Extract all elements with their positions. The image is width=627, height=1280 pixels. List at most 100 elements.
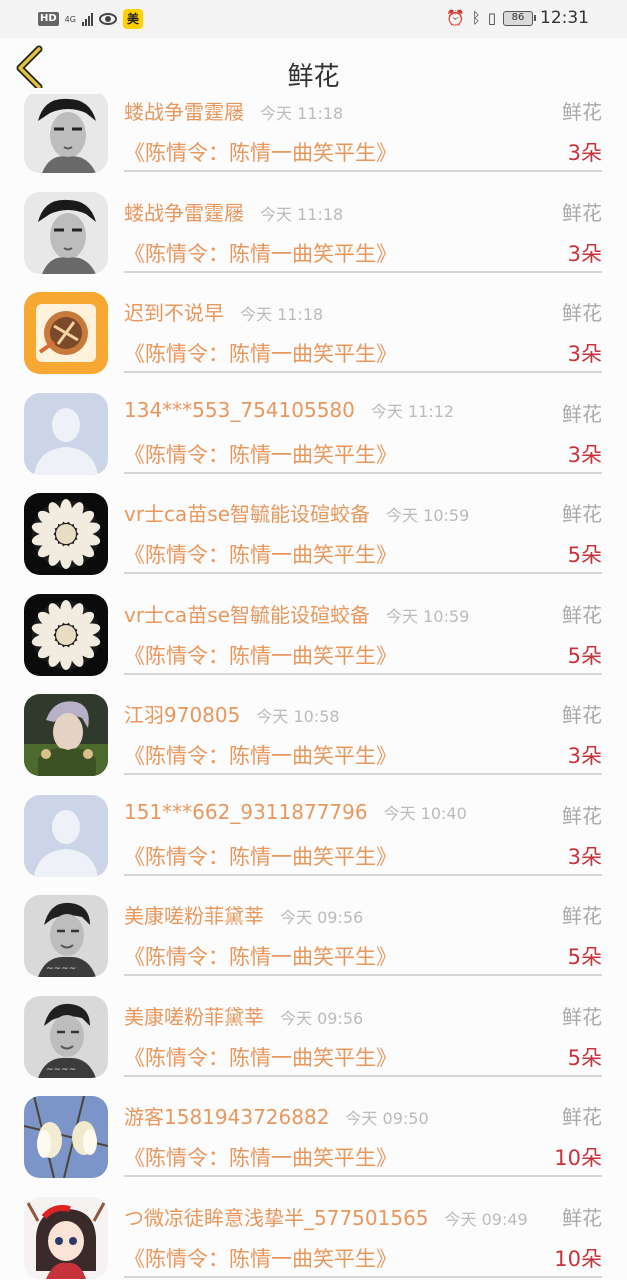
room-title: 《陈情令：陈情一曲笑平生》	[124, 241, 397, 266]
username: つ微凉徒眸意浅挚半_577501565 今天 09:49	[124, 1205, 528, 1230]
gift-type: 鲜花	[562, 602, 602, 627]
avatar[interactable]: ~~~~	[24, 995, 108, 1078]
username: 134***553_754105580 今天 11:12	[124, 397, 455, 422]
list-item[interactable]: つ微凉徒眸意浅挚半_577501565 今天 09:49 鲜花 《陈情令：陈情一曲…	[0, 1173, 627, 1279]
nav-bar: 鲜花	[0, 38, 627, 94]
list-item[interactable]: 134***553_754105580 今天 11:12 鲜花 《陈情令：陈情一曲…	[0, 369, 627, 475]
meituan-app-icon: 美	[122, 9, 143, 29]
room-title: 《陈情令：陈情一曲笑平生》	[124, 744, 397, 768]
signal-icon	[81, 12, 93, 26]
list-item[interactable]: 151***662_9311877796 今天 10:40 鲜花 《陈情令：陈情一…	[0, 771, 627, 877]
room-title: 《陈情令：陈情一曲笑平生》	[124, 141, 397, 165]
timestamp: 今天 09:49	[444, 1209, 528, 1229]
username: vr士ca苗se智毓能设碹蛟备 今天 10:59	[124, 602, 470, 627]
gift-type: 鲜花	[562, 1004, 602, 1029]
gift-type: 鲜花	[562, 703, 602, 727]
list-item[interactable]: vr士ca苗se智毓能设碹蛟备 今天 10:59 鲜花 《陈情令：陈情一曲笑平生》…	[0, 469, 627, 575]
timestamp: 今天 11:18	[260, 204, 344, 224]
room-title: 《陈情令：陈情一曲笑平生》	[124, 643, 397, 668]
timestamp: 今天 11:12	[370, 401, 455, 421]
username: 美康嗟粉菲黛莘 今天 09:56	[124, 1004, 364, 1029]
list-item[interactable]: 蝼战争雷霆屦 今天 11:18 鲜花 《陈情令：陈情一曲笑平生》 3朵	[0, 94, 627, 173]
avatar[interactable]	[24, 794, 108, 877]
timestamp: 今天 10:40	[383, 803, 467, 823]
list-item[interactable]: vr士ca苗se智毓能设碹蛟备 今天 10:59 鲜花 《陈情令：陈情一曲笑平生》…	[0, 570, 627, 676]
clock: 12:31	[540, 8, 589, 28]
eye-icon	[98, 13, 117, 25]
timestamp: 今天 10:59	[386, 606, 470, 626]
room-title: 《陈情令：陈情一曲笑平生》	[124, 442, 397, 467]
username: 蝼战争雷霆屦 今天 11:18	[124, 200, 344, 225]
avatar[interactable]: ~~~~	[24, 895, 108, 977]
gift-type: 鲜花	[562, 502, 602, 526]
avatar[interactable]	[24, 94, 108, 173]
avatar[interactable]	[24, 191, 108, 274]
gift-count: 3朵	[567, 241, 602, 266]
gift-count: 3朵	[567, 442, 602, 467]
room-title: 《陈情令：陈情一曲笑平生》	[124, 342, 397, 366]
avatar[interactable]	[24, 1096, 108, 1178]
room-title: 《陈情令：陈情一曲笑平生》	[124, 844, 397, 869]
hd-badge: HD	[38, 12, 59, 26]
gift-count: 3朵	[567, 342, 602, 366]
avatar[interactable]	[24, 292, 108, 374]
gift-type: 鲜花	[562, 200, 602, 225]
gift-type: 鲜花	[562, 803, 602, 828]
page-title: 鲜花	[287, 62, 340, 92]
battery-icon: 86	[503, 10, 536, 26]
avatar[interactable]	[24, 493, 108, 575]
timestamp: 今天 11:18	[240, 305, 324, 324]
avatar[interactable]	[24, 392, 108, 475]
list-item[interactable]: ~~~~ 美康嗟粉菲黛莘 今天 09:56 鲜花 《陈情令：陈情一曲笑平生》 5朵	[0, 871, 627, 977]
avatar[interactable]	[24, 694, 108, 776]
gift-type: 鲜花	[562, 1205, 602, 1230]
gift-type: 鲜花	[562, 1105, 602, 1129]
list-item[interactable]: ~~~~ 美康嗟粉菲黛莘 今天 09:56 鲜花 《陈情令：陈情一曲笑平生》 5朵	[0, 972, 627, 1078]
timestamp: 今天 09:50	[345, 1109, 429, 1128]
username: 游客1581943726882 今天 09:50	[124, 1105, 429, 1129]
gift-count: 5朵	[567, 1045, 602, 1070]
timestamp: 今天 09:56	[280, 908, 364, 927]
gift-count: 3朵	[567, 844, 602, 869]
username: 蝼战争雷霆屦 今天 11:18	[124, 100, 344, 124]
avatar[interactable]	[24, 1196, 108, 1279]
room-title: 《陈情令：陈情一曲笑平生》	[124, 945, 397, 969]
status-bar: HD 4G 美 ⏰ ᛒ ▯ 86 12:31	[0, 0, 627, 38]
timestamp: 今天 10:59	[386, 506, 470, 525]
room-title: 《陈情令：陈情一曲笑平生》	[124, 1045, 397, 1070]
gift-count: 3朵	[567, 141, 602, 165]
list-item[interactable]: 迟到不说早 今天 11:18 鲜花 《陈情令：陈情一曲笑平生》 3朵	[0, 268, 627, 374]
username: 江羽970805 今天 10:58	[124, 703, 340, 727]
alarm-icon: ⏰	[446, 9, 465, 27]
gift-count: 3朵	[567, 744, 602, 768]
status-left: HD 4G 美	[38, 9, 143, 29]
username: 美康嗟粉菲黛莘 今天 09:56	[124, 904, 364, 928]
list-item[interactable]: 游客1581943726882 今天 09:50 鲜花 《陈情令：陈情一曲笑平生》…	[0, 1072, 627, 1178]
gift-type: 鲜花	[562, 301, 602, 325]
status-right: ⏰ ᛒ ▯ 86 12:31	[446, 8, 589, 28]
room-title: 《陈情令：陈情一曲笑平生》	[124, 543, 397, 567]
gift-count: 10朵	[554, 1146, 602, 1170]
gift-type: 鲜花	[562, 401, 602, 426]
network-badge: 4G	[64, 14, 76, 24]
timestamp: 今天 10:58	[256, 707, 340, 726]
bluetooth-icon: ᛒ	[471, 9, 481, 27]
vibrate-icon: ▯	[487, 9, 496, 27]
room-title: 《陈情令：陈情一曲笑平生》	[124, 1146, 397, 1170]
divider	[124, 1275, 602, 1278]
username: vr士ca苗se智毓能设碹蛟备 今天 10:59	[124, 502, 470, 526]
username: 迟到不说早 今天 11:18	[124, 301, 324, 325]
timestamp: 今天 11:18	[260, 104, 344, 123]
avatar[interactable]	[24, 593, 108, 676]
gift-type: 鲜花	[562, 904, 602, 928]
timestamp: 今天 09:56	[280, 1008, 364, 1028]
gift-count: 5朵	[567, 643, 602, 668]
gift-type: 鲜花	[562, 100, 602, 124]
username: 151***662_9311877796 今天 10:40	[124, 799, 467, 824]
list-item[interactable]: 蝼战争雷霆屦 今天 11:18 鲜花 《陈情令：陈情一曲笑平生》 3朵	[0, 168, 627, 274]
gift-count: 5朵	[567, 543, 602, 567]
list-item[interactable]: 江羽970805 今天 10:58 鲜花 《陈情令：陈情一曲笑平生》 3朵	[0, 670, 627, 776]
gift-count: 10朵	[554, 1246, 602, 1271]
gift-record-list[interactable]: 蝼战争雷霆屦 今天 11:18 鲜花 《陈情令：陈情一曲笑平生》 3朵 蝼战争雷霆…	[0, 94, 627, 1280]
gift-count: 5朵	[567, 945, 602, 969]
